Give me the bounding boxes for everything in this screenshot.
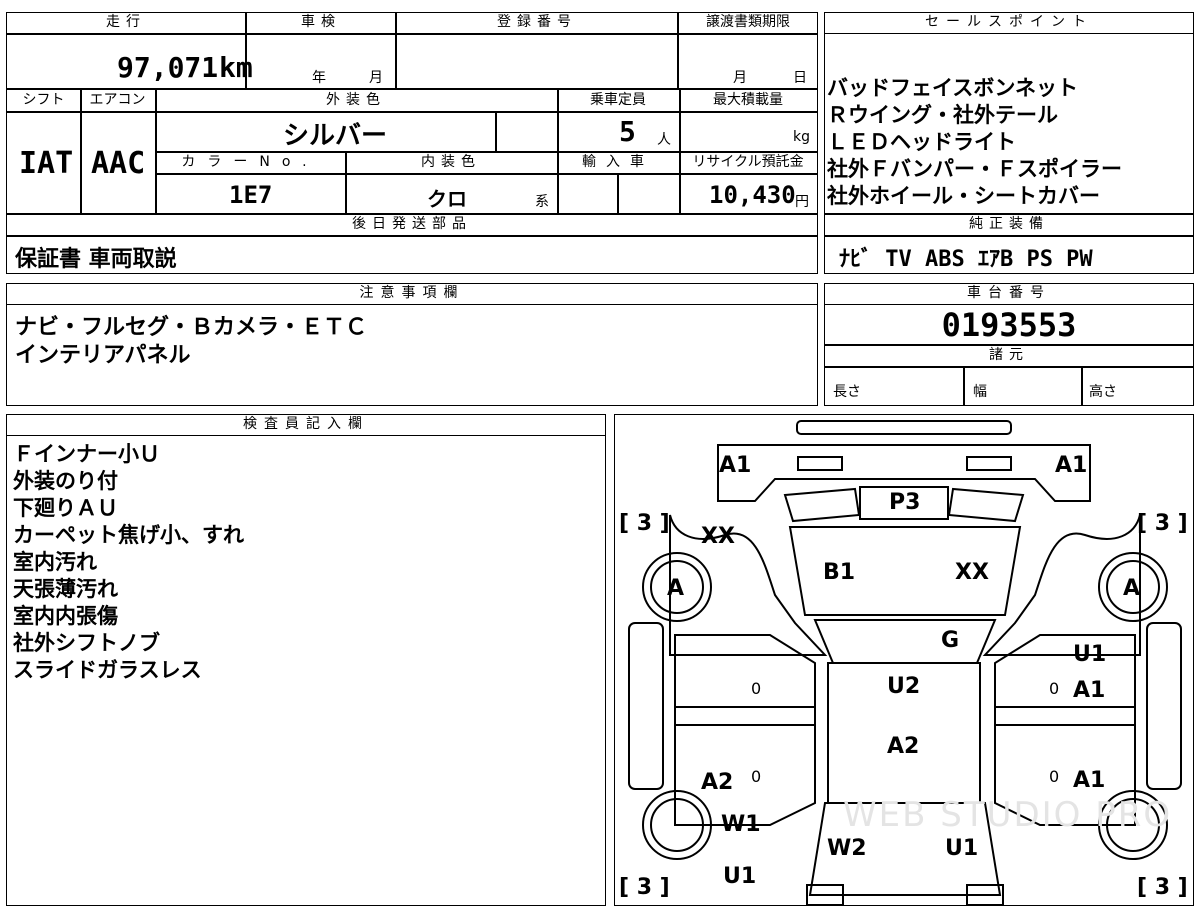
mark-a1-left: A1 xyxy=(719,453,752,478)
mark-u1-center: U1 xyxy=(945,836,979,861)
sales-point-line: Ｒウイング・社外テール xyxy=(827,103,1058,127)
color-no-header: カラーNo. xyxy=(181,154,319,170)
mark-xx-right: XX xyxy=(955,560,989,585)
mark-b1: B1 xyxy=(823,560,856,585)
inspector-line: 外装のり付 xyxy=(13,469,118,493)
mark-u1-left: U1 xyxy=(723,864,757,889)
shaken-month: 月 xyxy=(369,70,383,86)
import-header: 輸入車 xyxy=(582,154,654,170)
mark-bracket-br: [ 3 ] xyxy=(1137,875,1188,900)
transfer-day: 日 xyxy=(793,70,807,86)
spec-length: 長さ xyxy=(833,384,861,400)
inspector-line: 室内内張傷 xyxy=(13,604,118,628)
mark-a1-right-front: A1 xyxy=(1073,678,1106,703)
recycle-fee-unit: 円 xyxy=(795,194,809,210)
sales-point-line: 社外ホイール・シートカバー xyxy=(827,184,1100,208)
mark-zero-2: 0 xyxy=(1049,679,1060,698)
specs-header: 諸元 xyxy=(989,347,1029,363)
later-parts-value: 保証書 車両取説 xyxy=(15,247,177,272)
mark-g: G xyxy=(941,628,960,653)
spec-width: 幅 xyxy=(973,384,987,400)
mark-bracket-bl: [ 3 ] xyxy=(619,875,670,900)
color-no-value: 1E7 xyxy=(229,181,273,209)
genuine-equipment-header: 純正装備 xyxy=(969,216,1049,232)
inspector-list: Ｆインナー小Ｕ 外装のり付 下廻りＡＵ カーペット焦げ小、すれ 室内汚れ 天張薄… xyxy=(13,441,244,684)
notes-header: 注意事項欄 xyxy=(7,284,817,305)
inspector-line: 社外シフトノブ xyxy=(13,631,160,655)
later-parts-header: 後日発送部品 xyxy=(352,216,472,232)
shift-header: シフト xyxy=(22,92,65,108)
sales-point-box: セールスポイント バッドフェイスボンネット Ｒウイング・社外テール ＬＥＤヘッド… xyxy=(824,12,1194,274)
mark-a1-right: A1 xyxy=(1055,453,1088,478)
aircon-header: エアコン xyxy=(89,92,146,108)
mark-zero-4: 0 xyxy=(1049,767,1060,786)
mark-a2-left: A2 xyxy=(701,770,734,795)
inspector-box: 検査員記入欄 Ｆインナー小Ｕ 外装のり付 下廻りＡＵ カーペット焦げ小、すれ 室… xyxy=(6,414,606,906)
mark-a2-center: A2 xyxy=(887,734,920,759)
inspector-header: 検査員記入欄 xyxy=(7,415,605,436)
sales-point-list: バッドフェイスボンネット Ｒウイング・社外テール ＬＥＤヘッドライト 社外Ｆバン… xyxy=(827,75,1122,210)
recycle-fee-value: 10,430 xyxy=(709,181,796,209)
shaken-header: 車検 xyxy=(301,14,341,30)
interior-color-value: クロ xyxy=(427,187,467,211)
shaken-year: 年 xyxy=(312,70,326,86)
chassis-number: 0193553 xyxy=(941,306,1077,344)
notes-box: 注意事項欄 ナビ・フルセグ・Ｂカメラ・ＥＴＣ インテリアパネル xyxy=(6,283,818,406)
notes-list: ナビ・フルセグ・Ｂカメラ・ＥＴＣ インテリアパネル xyxy=(15,314,367,370)
genuine-equipment-value: ﾅﾋﾞ TV ABS ｴｱB PS PW xyxy=(839,247,1093,272)
car-diagram-box: WEB STUDIO PRO A1 A1 P3 [ 3 ] [ 3 ] XX B… xyxy=(614,414,1194,906)
chassis-header: 車台番号 xyxy=(825,284,1193,305)
inspector-line: カーペット焦げ小、すれ xyxy=(13,523,244,547)
sales-point-line: バッドフェイスボンネット xyxy=(827,76,1078,100)
load-unit: kg xyxy=(793,129,810,145)
recycle-fee-header: リサイクル預託金 xyxy=(692,154,804,170)
mark-u2: U2 xyxy=(887,674,921,699)
vehicle-info-table: 走行 車検 登録番号 譲渡書類期限 97,071 km 年 月 月 日 シフト … xyxy=(6,12,818,274)
aircon-value: AAC xyxy=(91,146,146,181)
mileage-value: 97,071 xyxy=(117,51,219,84)
notes-line: ナビ・フルセグ・Ｂカメラ・ＥＴＣ xyxy=(15,315,368,340)
wheel-fl-icon: A xyxy=(667,576,685,601)
chassis-box: 車台番号 0193553 諸元 長さ 幅 高さ xyxy=(824,283,1194,406)
inspector-line: 天張薄汚れ xyxy=(13,577,118,601)
mark-bracket-tl: [ 3 ] xyxy=(619,511,670,536)
sales-point-line: ＬＥＤヘッドライト xyxy=(827,130,1016,154)
mileage-header: 走行 xyxy=(106,14,146,30)
inspector-line: 下廻りＡＵ xyxy=(13,496,118,520)
mark-zero-1: 0 xyxy=(751,679,762,698)
watermark: WEB STUDIO PRO xyxy=(843,795,1173,835)
interior-color-header: 内装色 xyxy=(421,154,481,170)
shift-value: IAT xyxy=(19,146,74,181)
wheel-fr-icon: A xyxy=(1123,576,1141,601)
capacity-value: 5 xyxy=(619,115,636,148)
transfer-month: 月 xyxy=(733,70,747,86)
inspector-line: スライドガラスレス xyxy=(13,658,202,682)
mark-w2: W2 xyxy=(827,836,867,861)
mark-zero-3: 0 xyxy=(751,767,762,786)
notes-line: インテリアパネル xyxy=(15,343,191,368)
exterior-color-header: 外装色 xyxy=(326,92,386,108)
mark-xx-left: XX xyxy=(701,524,735,549)
capacity-header: 乗車定員 xyxy=(590,92,646,108)
mark-a1-right-rear: A1 xyxy=(1073,768,1106,793)
sales-point-line: 社外Ｆバンパー・Ｆスポイラー xyxy=(827,157,1123,181)
interior-color-suffix: 系 xyxy=(535,194,549,210)
max-load-header: 最大積載量 xyxy=(713,92,783,108)
transfer-deadline-header: 譲渡書類期限 xyxy=(706,14,790,30)
spec-height: 高さ xyxy=(1089,384,1117,400)
inspector-line: 室内汚れ xyxy=(13,550,97,574)
mileage-unit: km xyxy=(219,51,253,84)
exterior-color-value: シルバー xyxy=(283,121,388,151)
mark-bracket-tr: [ 3 ] xyxy=(1137,511,1188,536)
capacity-unit: 人 xyxy=(657,132,671,148)
mark-p3: P3 xyxy=(889,490,921,515)
mark-u1-right: U1 xyxy=(1073,642,1107,667)
sales-point-header: セールスポイント xyxy=(825,13,1193,34)
inspector-line: Ｆインナー小Ｕ xyxy=(13,442,160,466)
registration-header: 登録番号 xyxy=(497,14,577,30)
mark-w1: W1 xyxy=(721,812,761,837)
